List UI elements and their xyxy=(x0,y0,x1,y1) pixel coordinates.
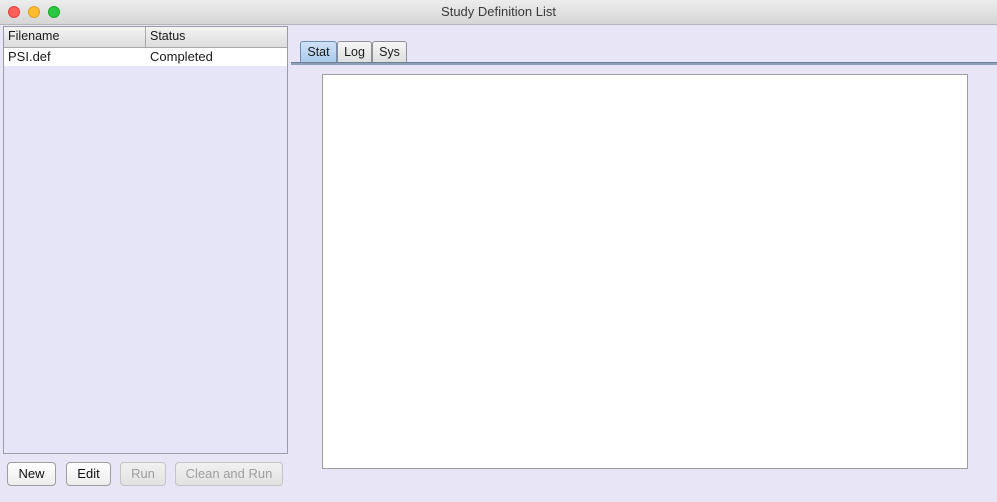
tab-divider xyxy=(291,62,997,65)
tab-sys[interactable]: Sys xyxy=(372,41,407,63)
status-cell: Completed xyxy=(150,49,213,64)
window-title: Study Definition List xyxy=(441,4,556,19)
run-button[interactable]: Run xyxy=(120,462,166,486)
tab-stat[interactable]: Stat xyxy=(300,41,337,63)
filename-cell: PSI.def xyxy=(8,49,51,64)
title-bar: Study Definition List xyxy=(0,0,997,25)
table-header: Filename Status xyxy=(4,27,287,48)
tab-content-area[interactable] xyxy=(322,74,968,469)
clean-and-run-button[interactable]: Clean and Run xyxy=(175,462,283,486)
column-header-filename[interactable]: Filename xyxy=(4,27,146,47)
table-row[interactable]: PSI.def Completed xyxy=(4,48,287,66)
study-definition-table[interactable]: Filename Status PSI.def Completed xyxy=(3,26,288,454)
new-button[interactable]: New xyxy=(7,462,56,486)
column-header-status[interactable]: Status xyxy=(146,27,287,47)
tab-log[interactable]: Log xyxy=(337,41,372,63)
edit-button[interactable]: Edit xyxy=(66,462,111,486)
